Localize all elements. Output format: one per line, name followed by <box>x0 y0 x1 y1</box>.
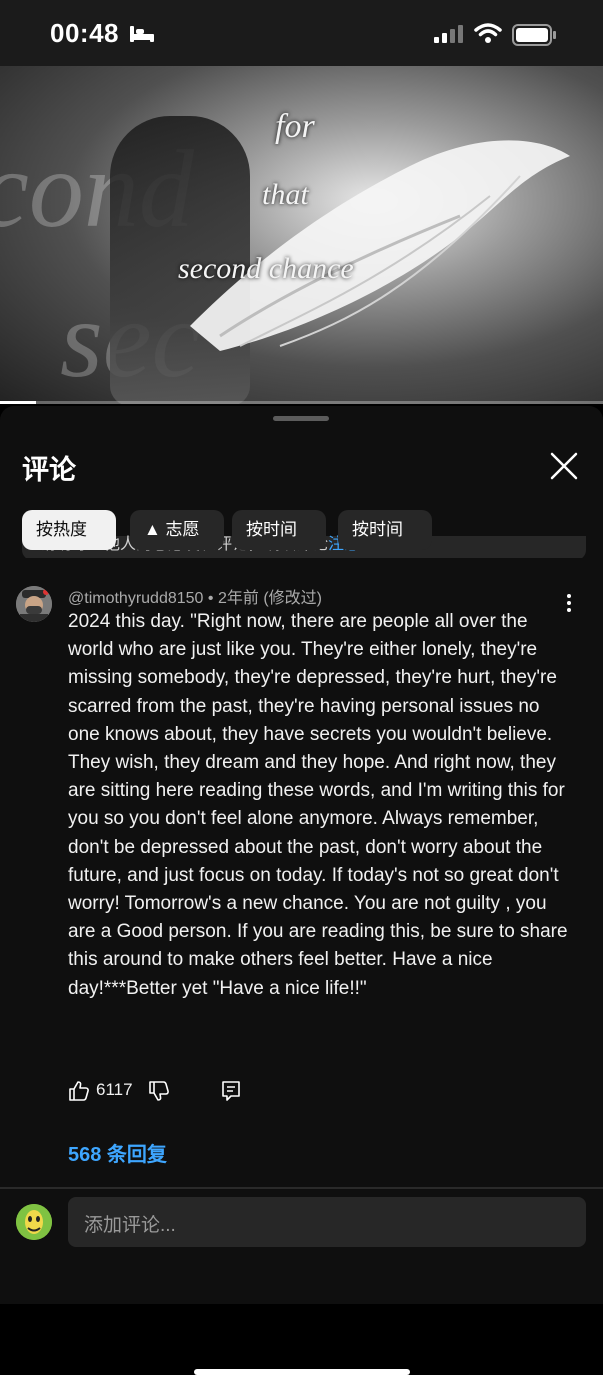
angel-wing-image <box>190 140 570 351</box>
home-indicator[interactable] <box>194 1369 410 1375</box>
thumbs-up-icon[interactable] <box>68 1080 90 1102</box>
video-word-1: for <box>275 108 315 145</box>
add-comment-input[interactable]: 添加评论... <box>68 1197 586 1247</box>
comment-meta: @timothyrudd8150 • 2年前 (修改过) <box>68 584 322 608</box>
panel-title: 评论 <box>22 455 76 485</box>
chip-sort-top[interactable]: 按热度 <box>22 510 116 550</box>
video-word-2: that <box>262 178 309 211</box>
video-word-3: second chance <box>178 252 354 285</box>
like-count: 6117 <box>96 1080 133 1099</box>
chip-sort-2[interactable]: ▲ 志愿 <box>130 510 224 550</box>
video-progress-bar[interactable] <box>0 401 603 404</box>
cellular-signal-icon <box>434 25 463 43</box>
status-time: 00:48 <box>50 18 119 48</box>
comment-time: 2年前 <box>217 590 259 607</box>
battery-icon <box>512 24 556 46</box>
drag-handle[interactable] <box>273 416 329 421</box>
comment-composer: 添加评论... <box>0 1189 603 1375</box>
sort-chip-row: 请劝尊重他人的志愿发表评论，确认评论注意 按热度 ▲ 志愿 按时间 按时间 <box>22 510 586 558</box>
comment-edited: (修改过) <box>263 590 322 607</box>
add-comment-placeholder: 添加评论... <box>84 1215 176 1236</box>
sleep-focus-icon <box>130 26 154 42</box>
avatar-image <box>16 586 52 622</box>
comment-author[interactable]: @timothyrudd8150 <box>68 590 203 607</box>
user-avatar-image <box>16 1204 52 1240</box>
status-bar: 00:48 <box>0 0 603 66</box>
reply-comment-icon[interactable] <box>220 1080 242 1102</box>
close-icon[interactable] <box>548 450 580 482</box>
video-player[interactable]: cond sec for that second chance <box>0 66 603 404</box>
chip-sort-4[interactable]: 按时间 <box>338 510 432 550</box>
comment-text: 2024 this day. "Right now, there are peo… <box>68 611 568 999</box>
user-avatar[interactable] <box>16 1204 52 1240</box>
meta-separator: • <box>207 590 214 607</box>
chip-sort-newest[interactable]: 按时间 <box>232 510 326 550</box>
video-progress-fill <box>0 401 37 404</box>
thumbs-down-icon[interactable] <box>148 1080 170 1102</box>
avatar[interactable] <box>16 586 52 622</box>
view-replies-link[interactable]: 568 条回复 <box>68 1138 167 1167</box>
comments-panel: 评论 请劝尊重他人的志愿发表评论，确认评论注意 按热度 ▲ 志愿 按时间 按时间… <box>0 406 603 1375</box>
wifi-icon <box>474 23 502 43</box>
